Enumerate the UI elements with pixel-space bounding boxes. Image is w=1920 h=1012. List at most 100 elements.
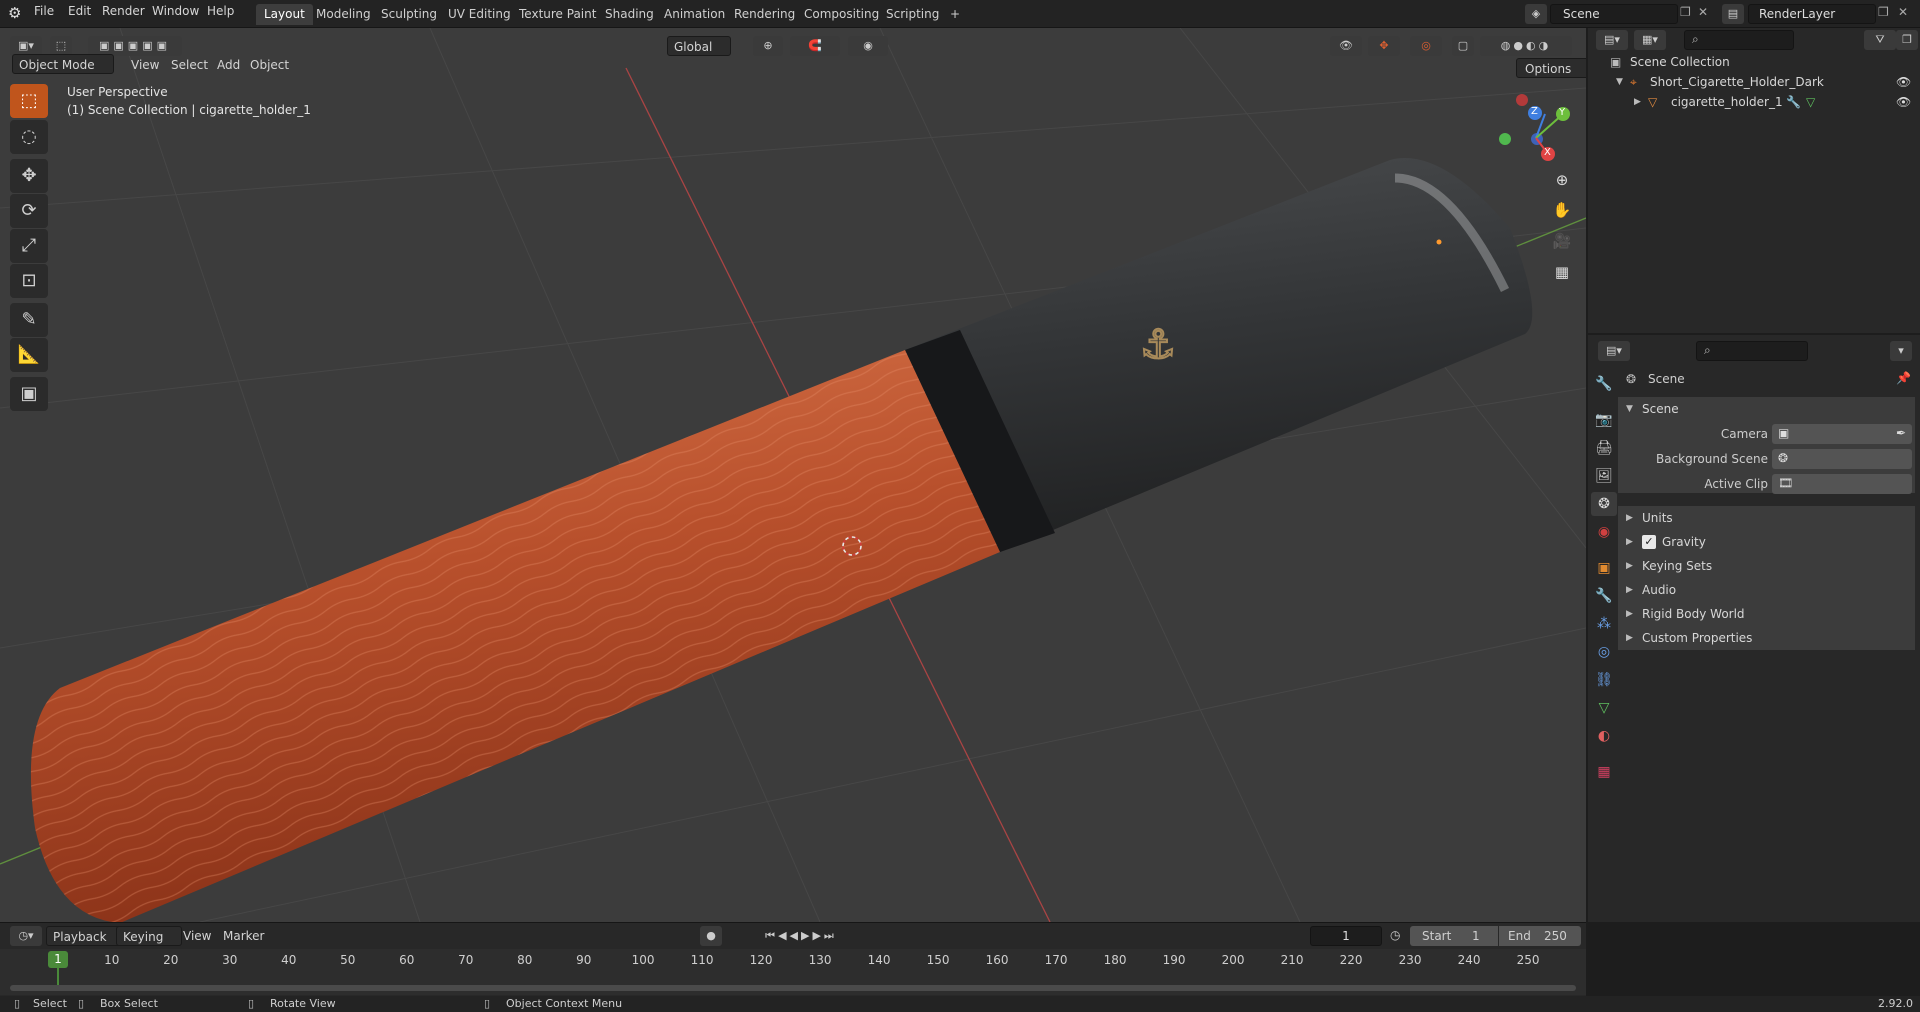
annotate-tool[interactable]: ✎: [10, 303, 48, 337]
scene-panel-header[interactable]: ▼ Scene: [1618, 397, 1915, 421]
tab-rendering[interactable]: Rendering: [726, 4, 803, 25]
outliner-display-mode-icon[interactable]: ▦▾: [1634, 30, 1666, 50]
menu-file[interactable]: File: [34, 4, 54, 18]
select-box-tool[interactable]: ⬚: [10, 84, 48, 118]
tab-texture-paint[interactable]: Texture Paint: [511, 4, 604, 25]
view-layer-field[interactable]: RenderLayer: [1748, 4, 1876, 24]
particles-tab-icon[interactable]: ⁂: [1591, 612, 1617, 636]
preview-range-icon[interactable]: ◷: [1390, 928, 1400, 942]
playhead[interactable]: 1: [48, 951, 68, 968]
rigid-body-world-panel[interactable]: ▶ Rigid Body World: [1618, 602, 1915, 626]
scene-browse-icon[interactable]: ◈: [1525, 4, 1547, 24]
tab-animation[interactable]: Animation: [656, 4, 733, 25]
menu-object[interactable]: Object: [250, 55, 289, 75]
tab-sculpting[interactable]: Sculpting: [373, 4, 445, 25]
menu-window[interactable]: Window: [152, 4, 199, 18]
expand-arrow-icon[interactable]: ▶: [1634, 92, 1641, 112]
outliner-editor-type-icon[interactable]: ▤▾: [1596, 30, 1628, 50]
view-layer-close-icon[interactable]: ✕: [1898, 5, 1908, 19]
ortho-grid-icon[interactable]: ▦: [1548, 258, 1576, 286]
tab-scripting[interactable]: Scripting: [878, 4, 947, 25]
cursor-tool[interactable]: ◌: [10, 120, 48, 154]
timeline-editor-type-icon[interactable]: ◷▾: [10, 926, 42, 946]
gravity-panel[interactable]: ▶ ✓ Gravity: [1618, 530, 1915, 554]
scale-tool[interactable]: ⤢: [10, 229, 48, 263]
pan-hand-icon[interactable]: ✋: [1548, 196, 1576, 224]
view-layer-browse-icon[interactable]: ▤: [1722, 4, 1744, 24]
menu-edit[interactable]: Edit: [68, 4, 91, 18]
constraints-tab-icon[interactable]: ⛓: [1591, 668, 1617, 692]
menu-view[interactable]: View: [131, 55, 159, 75]
gravity-checkbox[interactable]: ✓: [1642, 535, 1656, 549]
properties-options-icon[interactable]: ▾: [1890, 341, 1912, 361]
pin-icon[interactable]: 📌: [1896, 371, 1911, 385]
outliner-row-scene-collection[interactable]: ▣ Scene Collection: [1588, 52, 1920, 72]
modifiers-tab-icon[interactable]: 🔧: [1591, 584, 1617, 608]
custom-properties-panel[interactable]: ▶ Custom Properties: [1618, 626, 1915, 650]
playback-controls[interactable]: ⏮◀◀▶▶⏭: [745, 926, 857, 946]
options-dropdown[interactable]: Options: [1516, 58, 1586, 78]
pivot-point-icon[interactable]: ⊕: [753, 36, 783, 56]
data-tab-icon[interactable]: ▽: [1591, 696, 1617, 720]
3d-viewport[interactable]: ⚓ Z Y X ▣▾ ⬚ ▣▣▣▣▣ Global ⊕ 🧲 ◉ �: [0, 28, 1586, 922]
mode-dropdown[interactable]: Object Mode: [12, 54, 114, 74]
filter-icon[interactable]: ⛛: [1864, 30, 1896, 50]
select-tool-icon[interactable]: ⬚: [50, 36, 72, 56]
snap-icon[interactable]: 🧲: [790, 36, 840, 56]
view-layer-tab-icon[interactable]: 🖼: [1591, 464, 1617, 488]
properties-editor-type-icon[interactable]: ▤▾: [1598, 341, 1630, 361]
xray-icon[interactable]: ▢: [1452, 36, 1474, 56]
proportional-edit-icon[interactable]: ◉: [848, 36, 888, 56]
object-visibility-icon[interactable]: 👁: [1896, 92, 1911, 112]
tab-compositing[interactable]: Compositing: [796, 4, 887, 25]
scene-name-field[interactable]: Scene: [1550, 4, 1678, 24]
tool-tab-icon[interactable]: 🔧: [1591, 372, 1617, 396]
editor-type-icon[interactable]: ▣▾: [10, 36, 42, 56]
new-collection-icon[interactable]: ❐: [1896, 30, 1918, 50]
camera-field[interactable]: [1772, 424, 1912, 444]
add-cube-tool[interactable]: ▣: [10, 377, 48, 411]
playback-menu[interactable]: Playback: [46, 926, 126, 946]
rotate-tool[interactable]: ⟳: [10, 194, 48, 228]
tab-uv-editing[interactable]: UV Editing: [440, 4, 519, 25]
scene-close-icon[interactable]: ✕: [1698, 5, 1708, 19]
menu-help[interactable]: Help: [207, 4, 234, 18]
object-tab-icon[interactable]: ▣: [1591, 556, 1617, 580]
units-panel[interactable]: ▶ Units: [1618, 506, 1915, 530]
menu-add[interactable]: Add: [217, 55, 240, 75]
timeline-view-menu[interactable]: View: [183, 926, 211, 946]
blender-logo-icon[interactable]: ⚙: [8, 4, 21, 22]
record-icon[interactable]: ●: [700, 926, 722, 946]
background-scene-field[interactable]: [1772, 449, 1912, 469]
outliner-row-object[interactable]: ▶ ▽ cigarette_holder_1 🔧 ▽ 👁: [1588, 92, 1920, 112]
keying-menu[interactable]: Keying: [116, 926, 183, 946]
scene-new-icon[interactable]: ❐: [1680, 5, 1691, 19]
audio-panel[interactable]: ▶ Audio: [1618, 578, 1915, 602]
scene-tab-icon[interactable]: ❂: [1591, 492, 1617, 516]
properties-search-input[interactable]: [1696, 341, 1808, 361]
outliner-search-input[interactable]: [1684, 30, 1794, 50]
render-tab-icon[interactable]: 📷: [1591, 408, 1617, 432]
expand-arrow-icon[interactable]: ▼: [1616, 72, 1623, 92]
gizmo-toggle-icon[interactable]: ✥: [1368, 36, 1400, 56]
keying-sets-panel[interactable]: ▶ Keying Sets: [1618, 554, 1915, 578]
camera-view-icon[interactable]: 🎥: [1548, 227, 1576, 255]
overlay-toggle-icon[interactable]: ◎: [1410, 36, 1442, 56]
tab-modeling[interactable]: Modeling: [308, 4, 379, 25]
selection-mode-icons[interactable]: ▣▣▣▣▣: [88, 36, 182, 56]
timeline-scrollbar[interactable]: [10, 985, 1576, 991]
material-tab-icon[interactable]: ◐: [1591, 724, 1617, 748]
menu-render[interactable]: Render: [102, 4, 145, 18]
eyedropper-icon[interactable]: ✒: [1896, 426, 1906, 440]
tab-shading[interactable]: Shading: [597, 4, 662, 25]
axis-gizmo[interactable]: [1499, 94, 1570, 161]
transform-tool[interactable]: ⊡: [10, 264, 48, 298]
measure-tool[interactable]: 📐: [10, 338, 48, 372]
menu-select[interactable]: Select: [171, 55, 208, 75]
current-frame-field[interactable]: 1: [1310, 926, 1382, 946]
visibility-icon[interactable]: 👁: [1330, 36, 1362, 56]
shading-mode-icons[interactable]: ◍●◐◑: [1480, 36, 1572, 56]
add-workspace-button[interactable]: +: [942, 4, 968, 25]
mesh-data-icon[interactable]: ▽: [1806, 92, 1815, 112]
view-layer-new-icon[interactable]: ❐: [1878, 5, 1889, 19]
